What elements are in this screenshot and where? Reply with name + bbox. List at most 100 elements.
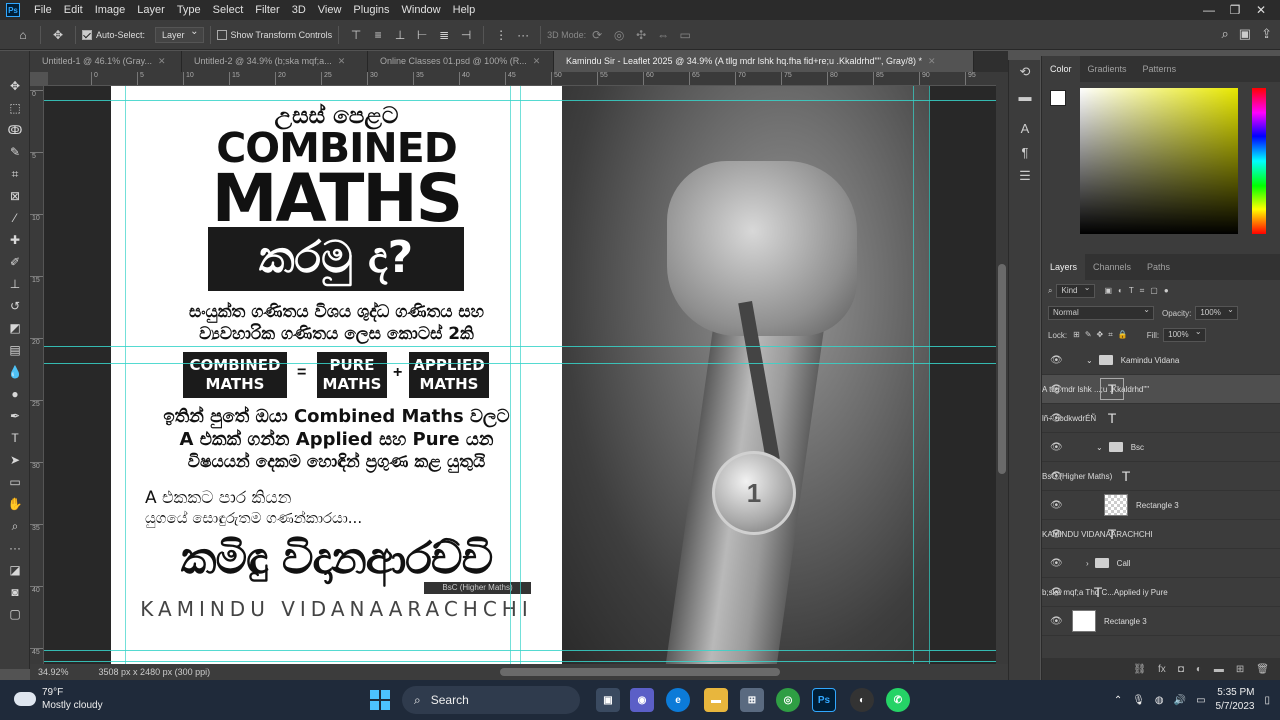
properties-icon[interactable]: ☰ xyxy=(1009,164,1041,188)
delete-layer-icon[interactable]: 🗑 xyxy=(1256,664,1269,675)
network-icon[interactable]: ◍ xyxy=(1155,695,1164,706)
teams-chat-icon[interactable]: ◉ xyxy=(630,688,654,712)
marquee-tool-icon[interactable]: ⬚ xyxy=(0,97,30,119)
adjustment-layer-icon[interactable]: ◐ xyxy=(1196,664,1202,675)
minimize-icon[interactable]: — xyxy=(1196,0,1222,20)
volume-icon[interactable]: 🔊 xyxy=(1174,695,1186,706)
quick-mask-icon[interactable]: ◙ xyxy=(0,581,30,603)
eye-icon[interactable]: 👁 xyxy=(1050,587,1063,598)
whatsapp-icon[interactable]: ✆ xyxy=(886,688,910,712)
menu-window[interactable]: Window xyxy=(396,0,447,20)
layer-row-text-selected[interactable]: 👁 T A tllg mdr lshk ...;u .Kkaldrhd"" xyxy=(1042,375,1280,404)
tab-kamindu-leaflet[interactable]: Kamindu Sir - Leaflet 2025 @ 34.9% (A tl… xyxy=(554,51,974,72)
auto-select-checkbox[interactable]: Auto-Select: xyxy=(82,29,145,40)
workspace-icon[interactable]: ▣ xyxy=(1239,26,1251,42)
ruler-vertical[interactable]: 0 5 10 15 20 25 30 35 40 45 xyxy=(30,86,44,664)
battery-icon[interactable]: ▭ xyxy=(1196,695,1205,706)
layer-row-group[interactable]: 👁 ⌄ Bsc xyxy=(1042,433,1280,462)
expand-chevron-icon[interactable]: ⌄ xyxy=(1086,356,1093,365)
edge-browser-icon[interactable]: e xyxy=(666,688,690,712)
eraser-tool-icon[interactable]: ◩ xyxy=(0,317,30,339)
scrollbar-thumb[interactable] xyxy=(998,264,1006,474)
gradient-tool-icon[interactable]: ▤ xyxy=(0,339,30,361)
menu-select[interactable]: Select xyxy=(207,0,250,20)
weather-widget[interactable]: 79°F Mostly cloudy xyxy=(10,686,103,712)
dodge-tool-icon[interactable]: ● xyxy=(0,383,30,405)
tab-patterns[interactable]: Patterns xyxy=(1135,56,1185,82)
blur-tool-icon[interactable]: 💧 xyxy=(0,361,30,383)
align-top-icon[interactable]: ⊤ xyxy=(347,26,365,44)
type-tool-icon[interactable]: T xyxy=(0,427,30,449)
history-icon[interactable]: ⟲ xyxy=(1009,60,1041,84)
tab-untitled-2[interactable]: Untitled-2 @ 34.9% (b;ska mqf;a... ✕ xyxy=(182,51,368,72)
menu-edit[interactable]: Edit xyxy=(58,0,89,20)
close-tab-icon[interactable]: ✕ xyxy=(158,56,166,66)
clock[interactable]: 5:35 PM 5/7/2023 xyxy=(1216,686,1255,714)
eye-icon[interactable]: 👁 xyxy=(1050,616,1063,627)
hand-tool-icon[interactable]: ✋ xyxy=(0,493,30,515)
microsoft-store-icon[interactable]: ⊞ xyxy=(740,688,764,712)
new-group-icon[interactable]: ▬ xyxy=(1214,664,1224,675)
eyedropper-tool-icon[interactable]: ⁄ xyxy=(0,207,30,229)
expand-chevron-icon[interactable]: › xyxy=(1086,559,1089,568)
layer-row-shape[interactable]: 👁 Rectangle 3 xyxy=(1042,607,1280,636)
layer-row-text[interactable]: 👁 T lñ÷ úodkwdrÉÑ xyxy=(1042,404,1280,433)
paragraph-icon[interactable]: ¶ xyxy=(1009,140,1041,164)
canvas-area[interactable]: උසස් පෙළට COMBINED MATHS කරමු ද? සංයුක්ත… xyxy=(44,86,996,664)
healing-brush-tool-icon[interactable]: ✚ xyxy=(0,229,30,251)
zoom-level[interactable]: 34.92% xyxy=(38,667,69,677)
guide-line[interactable] xyxy=(125,86,126,664)
pen-tool-icon[interactable]: ✒ xyxy=(0,405,30,427)
close-tab-icon[interactable]: ✕ xyxy=(533,56,541,66)
share-icon[interactable]: ⇪ xyxy=(1261,26,1272,42)
auto-select-target-dropdown[interactable]: Layer xyxy=(155,25,204,43)
layer-row-text[interactable]: 👁 T KAMINDU VIDANAARACHCHI xyxy=(1042,520,1280,549)
tab-untitled-1[interactable]: Untitled-1 @ 46.1% (Gray... ✕ xyxy=(30,51,182,72)
file-explorer-icon[interactable]: ▬ xyxy=(704,688,728,712)
align-middle-icon[interactable]: ≡ xyxy=(369,26,387,44)
layer-row-text[interactable]: 👁 T BsC (Higher Maths) xyxy=(1042,462,1280,491)
menu-file[interactable]: File xyxy=(28,0,58,20)
layer-row-group[interactable]: 👁 › Call xyxy=(1042,549,1280,578)
close-tab-icon[interactable]: ✕ xyxy=(338,56,346,66)
comments-icon[interactable]: ▬ xyxy=(1009,84,1041,108)
eye-icon[interactable]: 👁 xyxy=(1050,413,1063,424)
add-mask-icon[interactable]: ◘ xyxy=(1178,664,1184,675)
eye-icon[interactable]: 👁 xyxy=(1050,355,1063,366)
canvas-vertical-scrollbar[interactable] xyxy=(996,72,1008,664)
menu-filter[interactable]: Filter xyxy=(249,0,285,20)
quick-select-tool-icon[interactable]: ✎ xyxy=(0,141,30,163)
search-icon[interactable]: ⌕ xyxy=(1222,26,1229,42)
rectangle-tool-icon[interactable]: ▭ xyxy=(0,471,30,493)
crop-tool-icon[interactable]: ⌗ xyxy=(0,163,30,185)
show-hidden-icons-icon[interactable]: ⌃ xyxy=(1114,695,1122,706)
menu-plugins[interactable]: Plugins xyxy=(347,0,395,20)
menu-image[interactable]: Image xyxy=(89,0,132,20)
eye-icon[interactable]: 👁 xyxy=(1050,384,1063,395)
canvas-horizontal-scrollbar[interactable] xyxy=(500,668,780,676)
show-transform-controls-checkbox[interactable]: Show Transform Controls xyxy=(216,29,332,40)
ruler-horizontal[interactable]: 0 5 10 15 20 25 30 35 40 45 50 55 60 65 70 75 80 85 90 95 xyxy=(48,72,1008,86)
foreground-background-swatch-icon[interactable]: ◪ xyxy=(0,559,30,581)
zoom-tool-icon[interactable]: ⌕ xyxy=(0,515,30,537)
move-tool-icon[interactable]: ✥ xyxy=(49,26,67,44)
edit-toolbar-icon[interactable]: ··· xyxy=(0,537,30,559)
task-view-icon[interactable]: ▣ xyxy=(596,688,620,712)
screen-mode-icon[interactable]: ▢ xyxy=(0,603,30,625)
eye-icon[interactable]: 👁 xyxy=(1050,471,1063,482)
eye-icon[interactable]: 👁 xyxy=(1050,529,1063,540)
3d-slide-icon[interactable]: ⇔ xyxy=(654,26,672,44)
filter-type-icons[interactable]: ▣◐T⌗▢● xyxy=(1105,286,1175,296)
obs-icon[interactable]: ◐ xyxy=(850,688,874,712)
windows-start-icon[interactable] xyxy=(370,690,390,710)
character-icon[interactable]: A xyxy=(1009,116,1041,140)
history-brush-tool-icon[interactable]: ↺ xyxy=(0,295,30,317)
move-tool-icon[interactable]: ✥ xyxy=(0,75,30,97)
layer-row-shape[interactable]: 👁 Rectangle 3 xyxy=(1042,491,1280,520)
guide-line[interactable] xyxy=(929,86,930,664)
chrome-icon[interactable]: ◎ xyxy=(776,688,800,712)
layer-row-text[interactable]: 👁 T b;ska mqf;a Thd C...Applied iy Pure xyxy=(1042,578,1280,607)
tab-color[interactable]: Color xyxy=(1042,56,1080,82)
tab-layers[interactable]: Layers xyxy=(1042,254,1086,280)
taskbar-search[interactable]: ⌕ Search xyxy=(402,686,580,714)
